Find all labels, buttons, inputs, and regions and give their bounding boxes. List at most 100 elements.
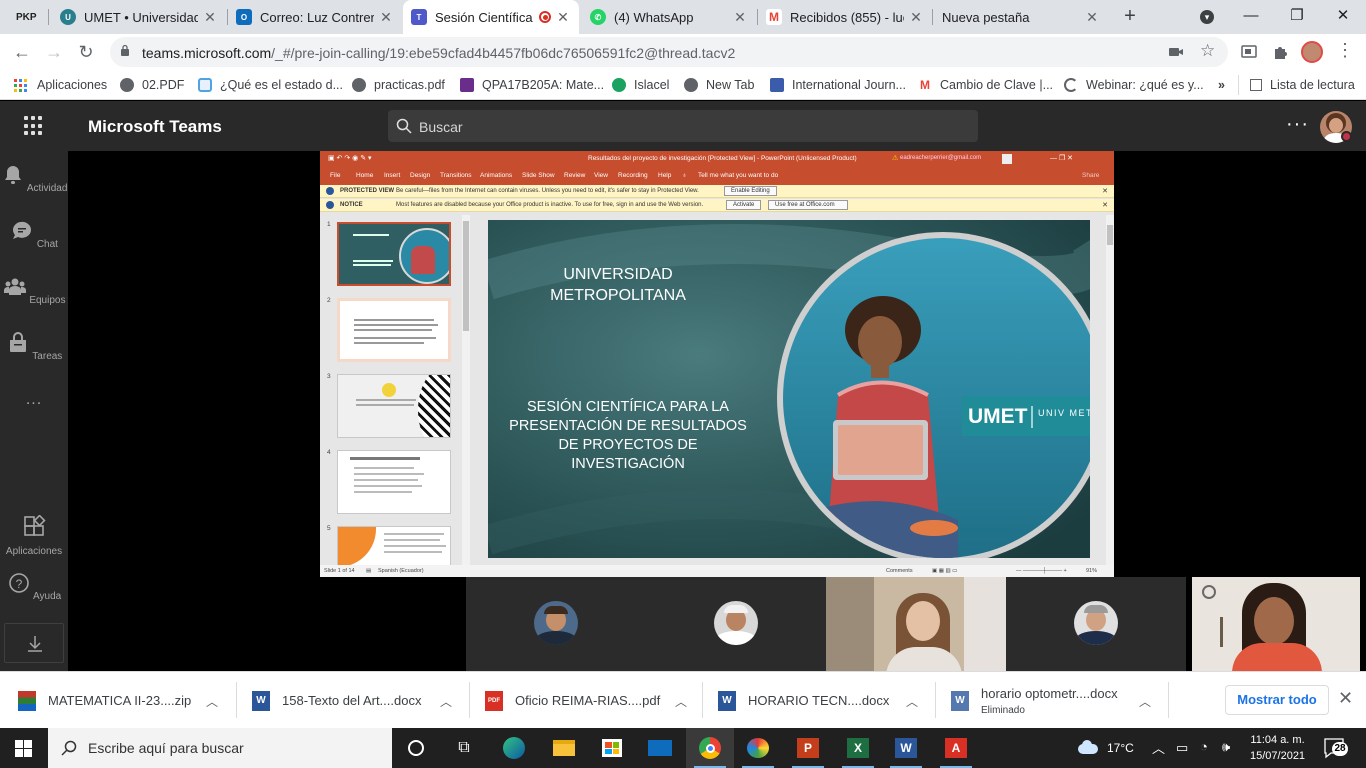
participant-video[interactable]	[826, 577, 1006, 671]
tab-whatsapp[interactable]: ✆ (4) WhatsApp ✕	[582, 0, 756, 34]
view-buttons[interactable]: ▣ ▦ ▥ ▭	[932, 568, 957, 574]
omnibox[interactable]: teams.microsoft.com/_#/pre-join-calling/…	[110, 37, 1228, 67]
volume-icon[interactable]: 🕪	[1222, 739, 1230, 755]
weather-temperature[interactable]: 17°C	[1107, 741, 1134, 755]
bookmarks-overflow[interactable]: »	[1218, 76, 1225, 94]
tab-umet[interactable]: U UMET • Universidad M ✕	[52, 0, 226, 34]
status-comments[interactable]: Comments	[886, 568, 913, 574]
profile-avatar[interactable]	[1301, 41, 1323, 63]
share-button[interactable]: Share	[1082, 172, 1099, 179]
ribbon-tab[interactable]: File	[330, 172, 340, 179]
download-item[interactable]: PDF Oficio REIMA-RIAS....pdf ︿	[485, 672, 695, 729]
ribbon-tab[interactable]: Insert	[384, 172, 400, 179]
camera-icon[interactable]	[1168, 45, 1184, 59]
rail-item-actividad[interactable]: Actividad	[0, 163, 68, 194]
download-item[interactable]: W horario optometr....docx Eliminado ︿	[951, 672, 1161, 729]
battery-icon[interactable]: ▭	[1176, 740, 1188, 756]
cortana-button[interactable]	[392, 728, 440, 768]
slide-thumbnail-4[interactable]	[337, 450, 451, 514]
close-icon[interactable]: ✕	[732, 9, 748, 26]
bookmark-practicas[interactable]: practicas.pdf	[352, 76, 445, 94]
chrome-menu-icon[interactable]: ⋮	[1336, 40, 1354, 61]
use-free-button[interactable]: Use free at Office.com	[768, 200, 848, 210]
enable-editing-button[interactable]: Enable Editing	[724, 186, 777, 196]
ribbon-tab[interactable]: Recording	[618, 172, 648, 179]
slide-scrollbar[interactable]	[1106, 215, 1114, 565]
ribbon-tab[interactable]: Review	[564, 172, 585, 179]
close-icon[interactable]: ✕	[1102, 187, 1108, 195]
close-icon[interactable]: ✕	[1084, 9, 1100, 26]
more-options-icon[interactable]: ···	[1286, 113, 1309, 136]
rail-item-ayuda[interactable]: ? Ayuda	[0, 571, 68, 602]
slide-thumbnail-3[interactable]	[337, 374, 451, 438]
tell-me-input[interactable]: Tell me what you want to do	[698, 172, 778, 179]
participant-tile[interactable]	[466, 577, 646, 671]
chevron-up-icon[interactable]: ︿	[1139, 693, 1151, 710]
taskbar-app-acrobat[interactable]: A	[932, 728, 980, 768]
close-window-button[interactable]: ✕	[1320, 0, 1366, 34]
tab-sesion-cientifica[interactable]: T Sesión Científica ✕	[403, 0, 579, 34]
activate-button[interactable]: Activate	[726, 200, 762, 210]
tab-correo[interactable]: O Correo: Luz Contreras ✕	[228, 0, 402, 34]
rail-item-tareas[interactable]: Tareas	[0, 331, 68, 362]
taskbar-app-explorer[interactable]	[540, 728, 588, 768]
close-icon[interactable]: ✕	[378, 9, 394, 26]
close-icon[interactable]: ✕	[908, 9, 924, 26]
ribbon-tab[interactable]: Home	[356, 172, 373, 179]
close-icon[interactable]: ✕	[1102, 201, 1108, 209]
slide-thumbnail-2[interactable]	[337, 298, 451, 362]
ribbon-tab[interactable]: Design	[410, 172, 430, 179]
rail-item-equipos[interactable]: Equipos	[0, 275, 68, 306]
minimize-button[interactable]: —	[1228, 0, 1274, 34]
search-input[interactable]: Buscar	[388, 110, 978, 142]
taskbar-app-mail[interactable]	[636, 728, 684, 768]
taskbar-app-store[interactable]	[588, 728, 636, 768]
ribbon-tab[interactable]: Slide Show	[522, 172, 555, 179]
task-view-button[interactable]: ⧉	[440, 728, 488, 768]
bookmark-webinar[interactable]: Webinar: ¿qué es y...	[1064, 76, 1204, 94]
tab-gmail[interactable]: M Recibidos (855) - lucy ✕	[758, 0, 932, 34]
maximize-button[interactable]: ❐	[1274, 0, 1320, 34]
wifi-icon[interactable]: ◔	[1200, 739, 1208, 754]
taskbar-app-chrome[interactable]	[686, 728, 734, 768]
tab-nueva-pestana[interactable]: Nueva pestaña ✕	[934, 0, 1108, 34]
ribbon-tab[interactable]: Help	[658, 172, 671, 179]
bookmark-cambio-clave[interactable]: M Cambio de Clave |...	[918, 76, 1053, 94]
close-icon[interactable]: ✕	[1338, 688, 1353, 709]
chevron-up-icon[interactable]: ︿	[440, 693, 452, 710]
chevron-up-icon[interactable]: ︿	[675, 693, 687, 710]
taskbar-app-paint[interactable]	[734, 728, 782, 768]
ribbon-tab[interactable]: Transitions	[440, 172, 472, 179]
taskbar-app-edge[interactable]	[490, 728, 538, 768]
taskbar-search-input[interactable]: Escribe aquí para buscar	[48, 728, 392, 768]
tab-search-icon[interactable]: ▾	[1184, 0, 1230, 34]
ribbon-tab[interactable]: Animations	[480, 172, 512, 179]
reading-list-button[interactable]: Lista de lectura	[1250, 76, 1355, 94]
tab-pkp[interactable]: PKP	[8, 0, 46, 34]
taskbar-app-excel[interactable]: X	[834, 728, 882, 768]
rail-item-chat[interactable]: Chat	[0, 219, 68, 250]
bookmark-02pdf[interactable]: 02.PDF	[120, 76, 184, 94]
chevron-up-icon[interactable]: ︿	[906, 693, 918, 710]
close-icon[interactable]: ✕	[555, 9, 571, 26]
chevron-up-icon[interactable]: ︿	[1152, 738, 1165, 757]
back-button[interactable]: ←	[10, 40, 34, 64]
bookmark-international[interactable]: International Journ...	[770, 76, 906, 94]
close-icon[interactable]: ✕	[202, 9, 218, 26]
slide-thumbnail-5[interactable]	[337, 526, 451, 566]
weather-icon[interactable]	[1074, 740, 1100, 756]
new-tab-button[interactable]: +	[1118, 4, 1142, 28]
bookmark-aplicaciones[interactable]: Aplicaciones	[14, 76, 107, 94]
slide-thumbnail-1[interactable]	[337, 222, 451, 286]
chevron-up-icon[interactable]: ︿	[206, 693, 218, 710]
download-item[interactable]: W HORARIO TECN....docx ︿	[718, 672, 928, 729]
cast-icon[interactable]	[1240, 43, 1258, 61]
download-item[interactable]: W 158-Texto del Art....docx ︿	[252, 672, 462, 729]
url-text[interactable]: teams.microsoft.com/_#/pre-join-calling/…	[142, 45, 735, 61]
rail-item-aplicaciones[interactable]: Aplicaciones	[0, 514, 68, 557]
taskbar-app-powerpoint[interactable]: P	[784, 728, 832, 768]
system-clock[interactable]: 11:04 a. m. 15/07/2021	[1250, 732, 1305, 764]
bookmark-islacel[interactable]: Islacel	[612, 76, 669, 94]
forward-button[interactable]: →	[42, 40, 66, 64]
show-all-button[interactable]: Mostrar todo	[1225, 685, 1329, 715]
